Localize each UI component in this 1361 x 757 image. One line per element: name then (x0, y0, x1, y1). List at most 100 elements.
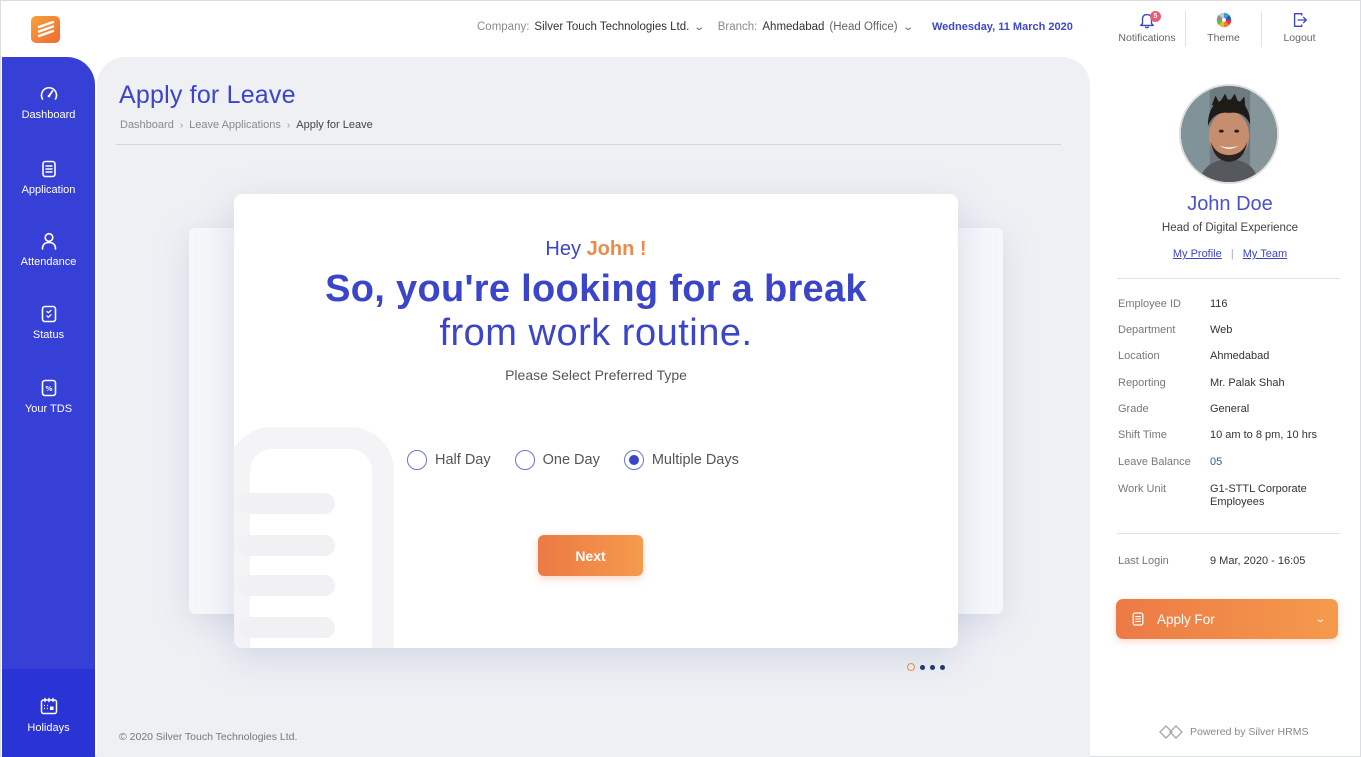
svg-text:%: % (45, 385, 52, 393)
info-value: 116 (1210, 298, 1228, 310)
divider (1117, 533, 1340, 534)
chevron-down-icon[interactable]: ⌄ (902, 22, 914, 33)
breadcrumb: Dashboard › Leave Applications › Apply f… (120, 119, 373, 131)
info-label: Work Unit (1118, 483, 1167, 495)
sidebar-item-label: Attendance (20, 256, 77, 268)
sidebar-item-label: Status (32, 329, 65, 341)
logo-stripes-icon (37, 20, 54, 37)
company-select[interactable]: Silver Touch Technologies Ltd. (534, 21, 689, 33)
chevron-down-icon[interactable]: ⌄ (694, 22, 706, 33)
info-value: Ahmedabad (1210, 350, 1270, 362)
logout-label: Logout (1283, 32, 1316, 44)
app-logo[interactable] (31, 16, 60, 43)
info-label: Reporting (1118, 377, 1166, 389)
radio-half-day[interactable]: Half Day (407, 450, 491, 470)
branch-subtitle: (Head Office) (829, 21, 898, 33)
radio-circle-icon[interactable] (514, 450, 535, 470)
info-label: Location (1118, 350, 1160, 362)
sidebar: Dashboard Application Attendance Status (2, 57, 95, 757)
sidebar-item-label: Your TDS (24, 403, 73, 415)
sidebar-item-label: Dashboard (21, 109, 76, 121)
illustration-line (239, 493, 335, 514)
info-row-department: Department Web (1118, 324, 1348, 337)
avatar[interactable] (1179, 84, 1279, 184)
illustration-line (239, 617, 335, 638)
info-row-reporting: Reporting Mr. Palak Shah (1118, 377, 1348, 390)
app-window: Company: Silver Touch Technologies Ltd. … (0, 0, 1361, 757)
info-label: Department (1118, 324, 1176, 336)
powered-by: Powered by Silver HRMS (1158, 724, 1308, 740)
sidebar-item-attendance[interactable]: Attendance (2, 231, 95, 268)
divider (1117, 278, 1340, 279)
info-value: General (1210, 403, 1250, 415)
info-label: Leave Balance (1118, 456, 1191, 468)
sidebar-item-status[interactable]: Status (2, 304, 95, 341)
main-content: Apply for Leave Dashboard › Leave Applic… (97, 57, 1090, 757)
sidebar-item-application[interactable]: Application (2, 159, 95, 196)
user-photo-icon (1181, 86, 1277, 182)
info-row-location: Location Ahmedabad (1118, 350, 1348, 363)
prompt-text: Please Select Preferred Type (505, 367, 687, 383)
info-label: Grade (1118, 403, 1149, 415)
pager-dot-active[interactable] (907, 663, 915, 671)
info-row-employee-id: Employee ID 116 (1118, 298, 1348, 311)
speedometer-icon (40, 86, 57, 100)
info-value: Mr. Palak Shah (1210, 377, 1285, 389)
document-icon (41, 160, 56, 178)
illustration-line (239, 535, 335, 556)
branch-label: Branch: (717, 21, 758, 33)
logout-button[interactable]: Logout (1261, 11, 1337, 47)
percent-icon: % (41, 379, 56, 397)
theme-button[interactable]: Theme (1185, 11, 1261, 47)
my-profile-link[interactable]: My Profile (1173, 248, 1222, 260)
next-button[interactable]: Next (538, 535, 643, 576)
info-value: Web (1210, 324, 1233, 336)
breadcrumb-leave-applications[interactable]: Leave Applications (189, 119, 281, 131)
theme-label: Theme (1207, 32, 1240, 44)
radio-multiple-days[interactable]: Multiple Days (623, 450, 739, 470)
powered-by-text: Powered by Silver HRMS (1190, 726, 1309, 738)
apply-for-dropdown[interactable]: Apply For ⌄ (1116, 599, 1338, 639)
radio-label: One Day (542, 452, 600, 468)
breadcrumb-current: Apply for Leave (296, 119, 373, 131)
info-value: G1-STTL Corporate Employees (1210, 483, 1307, 508)
calendar-icon (40, 697, 57, 715)
silver-hrms-logo-icon (1159, 725, 1183, 739)
sidebar-item-label: Holidays (27, 722, 70, 734)
headline: So, you're looking for a break (325, 268, 867, 310)
greeting-name: John ! (586, 238, 647, 260)
breadcrumb-chevron-icon: › (179, 119, 184, 131)
radio-selected-dot-icon (628, 455, 639, 465)
profile-role: Head of Digital Experience (1161, 222, 1299, 234)
checklist-icon (41, 305, 56, 323)
notifications-button[interactable]: 5 Notifications (1109, 11, 1185, 47)
radio-circle-icon[interactable] (623, 450, 644, 470)
radio-one-day[interactable]: One Day (514, 450, 600, 470)
radio-circle-icon[interactable] (407, 450, 427, 470)
breadcrumb-dashboard[interactable]: Dashboard (120, 119, 174, 131)
sidebar-item-holidays[interactable]: Holidays (2, 669, 95, 757)
sidebar-item-dashboard[interactable]: Dashboard (2, 84, 95, 121)
info-row-leave-balance: Leave Balance 05 (1118, 456, 1348, 469)
pager-dot[interactable] (940, 664, 945, 670)
color-wheel-icon (1216, 12, 1231, 28)
apply-for-label: Apply For (1157, 611, 1215, 627)
info-row-work-unit: Work Unit G1-STTL Corporate Employees (1118, 483, 1348, 509)
sidebar-item-label: Application (21, 184, 76, 196)
my-team-link[interactable]: My Team (1243, 248, 1287, 260)
info-value: 9 Mar, 2020 - 16:05 (1210, 555, 1306, 567)
page-title: Apply for Leave (119, 81, 296, 109)
sidebar-item-your-tds[interactable]: % Your TDS (2, 378, 95, 415)
divider (116, 144, 1061, 145)
pager-dot[interactable] (920, 664, 925, 670)
leave-balance-value: 05 (1210, 456, 1223, 468)
branch-select[interactable]: Ahmedabad (762, 21, 824, 33)
current-date: Wednesday, 11 March 2020 (932, 21, 1073, 33)
info-label: Last Login (1118, 555, 1169, 567)
logout-icon (1293, 13, 1307, 27)
pager-dot[interactable] (930, 664, 935, 670)
copyright: © 2020 Silver Touch Technologies Ltd. (119, 731, 298, 743)
chevron-down-icon: ⌄ (1313, 613, 1326, 625)
radio-label: Multiple Days (651, 452, 739, 468)
step-pager (907, 663, 950, 671)
